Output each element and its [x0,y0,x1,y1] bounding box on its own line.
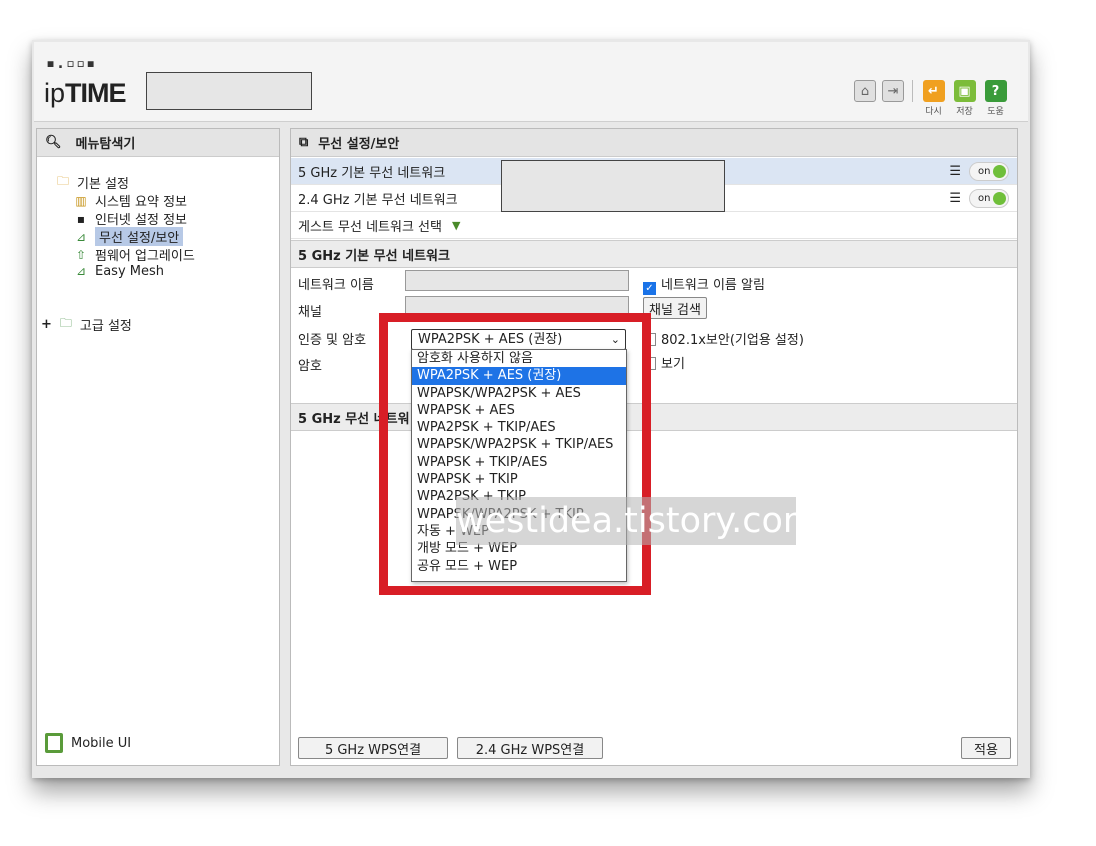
redacted-area [146,72,312,110]
computer-icon: ▪ [76,211,86,226]
upgrade-icon: ⇧ [75,247,87,262]
mobile-icon [45,733,63,753]
window-icon: ⧉ [299,135,309,150]
checkbox-checked-icon[interactable]: ✓ [643,282,656,295]
iptime-logo: ipTIME [44,78,127,109]
broadcast-checkbox-group[interactable]: ✓ 네트워크 이름 알림 [643,274,765,295]
panel-title-bar: ⧉ 무선 설정/보안 [291,129,1017,157]
help-label: 도움 [987,107,1004,117]
switch-knob [993,192,1006,205]
folder-gear-icon: 🗀 [59,316,72,330]
logo-dots: ▪.▫▫▪ [46,54,97,72]
filter-lock-icon[interactable]: ☰ [949,164,961,179]
refresh-icon: ↵ [922,80,945,102]
tree-item-wireless-security[interactable]: ⊿ 무선 설정/보안 [73,227,184,246]
section-5ghz-basic: 5 GHz 기본 무선 네트워크 [291,240,1017,268]
network-name-field[interactable] [405,270,629,291]
mesh-icon: ⊿ [75,264,87,278]
save-icon: ▣ [953,80,976,102]
refresh-label: 다시 [925,107,942,117]
wps-24ghz-button[interactable]: 2.4 GHz WPS연결 [457,737,603,759]
redacted-area [501,160,725,212]
show-label: 보기 [661,357,685,372]
home-icon[interactable]: ⌂ [854,80,876,102]
tree-item-internet-info[interactable]: ▪ 인터넷 설정 정보 [73,209,187,229]
network-toggle-group: ☰ on [949,162,1009,181]
header-toolbar: ⌂ ⇥ ↵ 다시 ▣ 저장 ? 도움 [854,80,1008,117]
password-label: 암호 [298,359,322,374]
filter-lock-icon[interactable]: ☰ [949,191,961,206]
tree-advanced-label: 고급 설정 [79,319,132,334]
guest-network-label: 게스트 무선 네트워크 선택 [298,219,442,235]
tree-item-easy-mesh[interactable]: ⊿ Easy Mesh [73,263,164,279]
wps-5ghz-button[interactable]: 5 GHz WPS연결 [298,737,448,759]
tree-item-label: 인터넷 설정 정보 [95,213,187,228]
expand-icon: + [41,317,52,332]
watermark: westidea.tistory.com [456,497,817,545]
switch-knob [993,165,1006,178]
tree-item-label: 시스템 요약 정보 [95,195,187,210]
tree-advanced-settings[interactable]: + 🗀 고급 설정 [41,315,132,334]
tree-basic-label: 기본 설정 [77,177,129,192]
mobile-ui-link[interactable]: Mobile UI [45,733,131,753]
channel-search-button[interactable]: 채널 검색 [643,297,707,319]
broadcast-label: 네트워크 이름 알림 [661,278,765,293]
channel-label: 채널 [298,305,322,320]
tree-item-system-summary[interactable]: ▥ 시스템 요약 정보 [73,191,187,211]
menu-explorer-panel: 🔍︎ 메뉴탐색기 🗀 기본 설정 ▥ 시스템 요약 정보 ▪ 인터넷 설정 정보… [36,128,280,766]
search-icon: 🔍︎ [45,135,62,150]
apply-button[interactable]: 적용 [961,737,1011,759]
tree-basic-settings[interactable]: 🗀 기본 설정 [55,173,129,192]
refresh-button[interactable]: ↵ 다시 [921,80,946,117]
menu-explorer-title: 메뉴탐색기 [75,137,136,152]
wireless-icon: ⊿ [75,229,87,244]
tree-item-label: 펌웨어 업그레이드 [95,249,195,264]
section-title: 5 GHz 기본 무선 네트워크 [298,248,450,264]
switch-label: on [978,166,991,177]
mobile-ui-label: Mobile UI [71,735,132,751]
network-label: 5 GHz 기본 무선 네트워크 [298,165,446,181]
enterprise-checkbox-group[interactable]: 802.1x보안(기업용 설정) [643,329,804,348]
header-bar: ▪.▫▫▪ ipTIME ⌂ ⇥ ↵ 다시 ▣ 저장 ? 도움 [34,42,1028,122]
help-icon: ? [984,80,1007,102]
tree-item-firmware[interactable]: ⇧ 펌웨어 업그레이드 [73,245,195,265]
save-button[interactable]: ▣ 저장 [952,80,977,117]
page-title: 무선 설정/보안 [318,137,400,152]
network-name-label: 네트워크 이름 [298,278,374,293]
logo-main: TIME [65,78,126,108]
chart-icon: ▥ [75,193,87,208]
triangle-down-icon[interactable]: ▼ [452,219,460,232]
logo-prefix: ip [44,78,66,108]
on-off-switch[interactable]: on [969,189,1009,208]
toolbar-divider [912,80,913,102]
network-label: 2.4 GHz 기본 무선 네트워크 [298,192,458,208]
auth-label: 인증 및 암호 [298,333,367,348]
network-toggle-group: ☰ on [949,189,1009,208]
red-highlight-box [379,313,651,595]
save-label: 저장 [956,107,973,117]
folder-gear-icon: 🗀 [56,174,69,188]
tree-item-label: Easy Mesh [95,263,165,279]
enterprise-label: 802.1x보안(기업용 설정) [661,333,804,348]
guest-network-row[interactable]: 게스트 무선 네트워크 선택 ▼ [291,212,1017,239]
tree-item-label: 무선 설정/보안 [95,227,184,246]
switch-label: on [978,193,991,204]
menu-explorer-header: 🔍︎ 메뉴탐색기 [37,129,279,157]
on-off-switch[interactable]: on [969,162,1009,181]
logout-icon[interactable]: ⇥ [882,80,904,102]
help-button[interactable]: ? 도움 [983,80,1008,117]
